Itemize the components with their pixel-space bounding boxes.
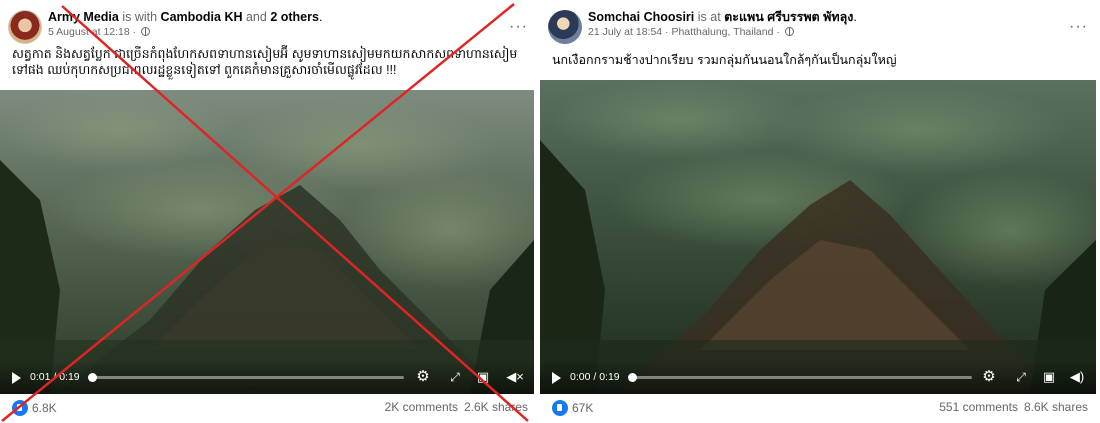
settings-icon[interactable]: ⚙ (414, 368, 432, 386)
post-header: Army Media is with Cambodia KH and 2 oth… (6, 8, 540, 44)
avatar[interactable] (548, 10, 582, 44)
post-author-line: Somchai Choosiri is at ตะแพน ศรีบรรพต พั… (588, 10, 857, 25)
video-controls: 0:00 / 0:19 ⚙ ⤢ ▣ ◀) (540, 360, 1096, 394)
with-text: is with (118, 10, 161, 24)
settings-icon[interactable]: ⚙ (980, 368, 998, 386)
expand-icon[interactable]: ⤢ (1012, 368, 1030, 386)
post-author-line: Army Media is with Cambodia KH and 2 oth… (48, 10, 322, 25)
pip-icon[interactable]: ▣ (1040, 368, 1058, 386)
expand-icon[interactable]: ⤢ (446, 368, 464, 386)
volume-icon[interactable]: ◀× (506, 368, 524, 386)
checkin-place[interactable]: ตะแพน ศรีบรรพต พัทลุง (724, 10, 853, 24)
at-text: is at (694, 10, 725, 24)
progress-knob[interactable] (88, 373, 97, 382)
video-time: 0:01 / 0:19 (30, 371, 80, 383)
post-caption: นกเงือกกรามช้างปากเรียบ รวมกลุ่มกันนอนใก… (552, 53, 897, 67)
play-icon[interactable] (12, 372, 21, 384)
period: . (853, 10, 857, 24)
timestamp-text: 5 August at 12:18 · (48, 26, 137, 38)
tagged-page[interactable]: Cambodia KH (161, 10, 243, 24)
video-progress[interactable] (88, 373, 404, 382)
post-timestamp[interactable]: 21 July at 18:54 · Phatthalung, Thailand… (588, 26, 794, 38)
comments-count[interactable]: 551 comments (939, 400, 1018, 414)
post-header: Somchai Choosiri is at ตะแพน ศรีบรรพต พั… (546, 8, 1100, 44)
globe-icon (141, 27, 151, 36)
post-somchai-choosiri: Somchai Choosiri is at ตะแพน ศรีบรรพต พั… (540, 0, 1100, 423)
shares-count[interactable]: 8.6K shares (1024, 400, 1088, 414)
post-timestamp[interactable]: 5 August at 12:18 · (48, 26, 151, 38)
engagement-stats: 2K comments 2.6K shares (385, 400, 528, 414)
more-icon[interactable]: ··· (1069, 18, 1088, 36)
tagged-others[interactable]: 2 others (270, 10, 319, 24)
like-icon (552, 400, 568, 416)
video-progress[interactable] (628, 373, 972, 382)
video-player[interactable]: 0:00 / 0:19 ⚙ ⤢ ▣ ◀) (540, 80, 1096, 394)
post-army-media: Army Media is with Cambodia KH and 2 oth… (0, 0, 540, 423)
like-icon (12, 400, 28, 416)
post-footer: 6.8K 2K comments 2.6K shares (12, 400, 528, 418)
avatar[interactable] (8, 10, 42, 44)
globe-icon (784, 27, 794, 36)
more-icon[interactable]: ··· (509, 18, 528, 36)
video-controls: 0:01 / 0:19 ⚙ ⤢ ▣ ◀× (0, 360, 534, 394)
timestamp-text: 21 July at 18:54 · Phatthalung, Thailand… (588, 26, 780, 38)
pip-icon[interactable]: ▣ (474, 368, 492, 386)
progress-knob[interactable] (628, 373, 637, 382)
period: . (318, 10, 323, 24)
reaction-count[interactable]: 67K (572, 401, 593, 415)
reaction-count[interactable]: 6.8K (32, 401, 57, 415)
and-text: and (242, 10, 271, 24)
video-player[interactable]: 0:01 / 0:19 ⚙ ⤢ ▣ ◀× (0, 90, 534, 394)
comments-count[interactable]: 2K comments (385, 400, 458, 414)
video-frame (540, 80, 1096, 394)
author-name[interactable]: Army Media (48, 10, 119, 24)
post-caption: សត្វកាត និងសត្វប្លែក ជាច្រើនកំពុងហែកសពទា… (12, 47, 518, 77)
engagement-stats: 551 comments 8.6K shares (939, 400, 1088, 414)
play-icon[interactable] (552, 372, 561, 384)
shares-count[interactable]: 2.6K shares (464, 400, 528, 414)
video-frame (0, 90, 534, 394)
post-footer: 67K 551 comments 8.6K shares (552, 400, 1088, 418)
volume-icon[interactable]: ◀) (1068, 368, 1086, 386)
author-name[interactable]: Somchai Choosiri (588, 10, 694, 24)
video-time: 0:00 / 0:19 (570, 371, 620, 383)
